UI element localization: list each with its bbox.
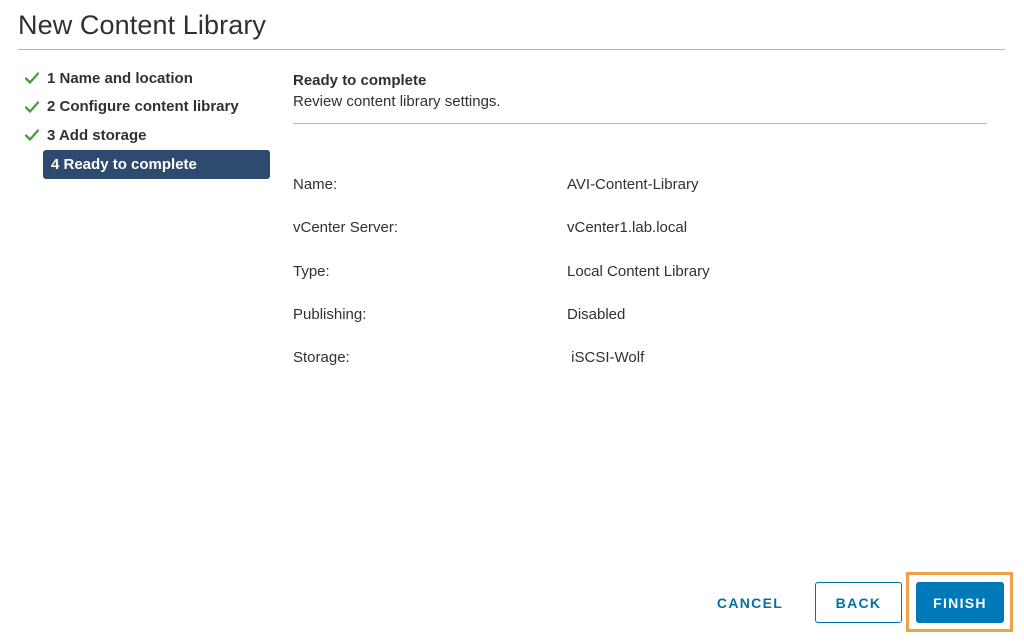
summary-row-publishing: Publishing: Disabled [293, 306, 987, 349]
step-configure-content-library[interactable]: 2 Configure content library [22, 93, 272, 122]
summary-row-storage: Storage: iSCSI-Wolf [293, 349, 987, 392]
step-add-storage[interactable]: 3 Add storage [22, 121, 272, 150]
cancel-button[interactable]: CANCEL [700, 583, 800, 623]
checkmark-icon [22, 72, 47, 84]
field-value: Disabled [567, 305, 626, 323]
step-label: 2 Configure content library [47, 98, 239, 116]
dialog-title: New Content Library [18, 10, 267, 40]
settings-summary: Name: AVI-Content-Library vCenter Server… [293, 176, 987, 392]
field-label: Storage: [293, 349, 350, 367]
section-title: Ready to complete [293, 72, 427, 89]
field-value: vCenter1.lab.local [567, 219, 688, 237]
new-content-library-dialog: New Content Library 1 Name and location … [0, 0, 1024, 641]
summary-row-name: Name: AVI-Content-Library [293, 176, 987, 219]
step-label: 1 Name and location [47, 69, 193, 87]
field-label: Publishing: [293, 305, 367, 323]
title-divider [18, 49, 1005, 50]
checkmark-icon [22, 129, 47, 141]
wizard-steps: 1 Name and location 2 Configure content … [22, 64, 272, 179]
summary-row-type: Type: Local Content Library [293, 263, 987, 306]
step-content: Ready to complete Review content library… [293, 70, 987, 124]
field-value: iSCSI-Wolf [567, 349, 645, 367]
checkmark-icon [22, 101, 47, 113]
field-label: Name: [293, 176, 338, 193]
field-value: AVI-Content-Library [567, 176, 699, 193]
step-label: 4 Ready to complete [51, 155, 197, 173]
content-divider [293, 123, 987, 124]
step-name-and-location[interactable]: 1 Name and location [22, 64, 272, 93]
section-description: Review content library settings. [293, 93, 501, 110]
step-label: 3 Add storage [47, 126, 147, 144]
finish-button[interactable]: FINISH [916, 582, 1004, 623]
field-value: Local Content Library [567, 262, 710, 280]
field-label: Type: [293, 262, 330, 280]
field-label: vCenter Server: [293, 219, 399, 237]
back-button[interactable]: BACK [815, 582, 902, 623]
summary-row-vcenter-server: vCenter Server: vCenter1.lab.local [293, 219, 987, 262]
step-ready-to-complete[interactable]: 4 Ready to complete [43, 149, 270, 179]
